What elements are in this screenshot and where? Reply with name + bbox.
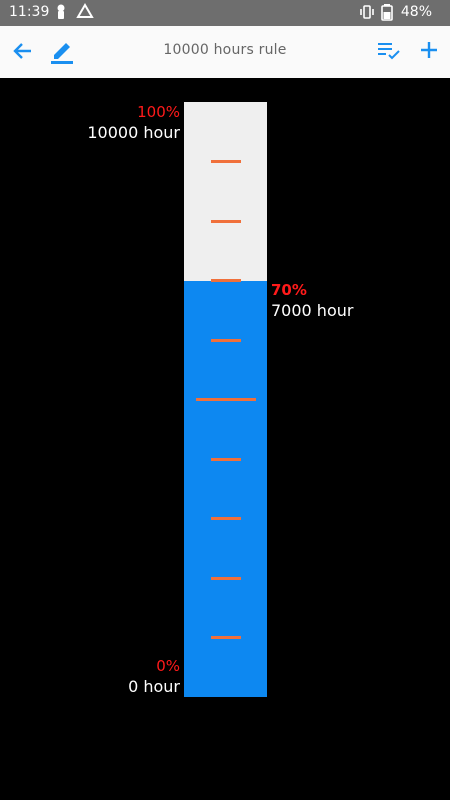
battery-percent: 48%: [400, 4, 432, 20]
tick-mark: [210, 279, 241, 282]
top-percent-label: 100%: [137, 103, 180, 121]
tick-mark: [210, 338, 241, 342]
bottom-hours-label: 0 hour: [128, 677, 180, 696]
bottom-percent-label: 0%: [156, 657, 180, 675]
battery-icon: [381, 3, 393, 25]
vibrate-icon: [358, 3, 376, 25]
tick-mark: [210, 517, 241, 520]
status-time: 11:39: [9, 4, 50, 20]
tick-mark: [210, 457, 241, 461]
tick-mark: [210, 576, 241, 580]
top-hours-label: 10000 hour: [87, 123, 180, 142]
add-icon[interactable]: [419, 40, 439, 64]
tick-mark: [210, 219, 241, 223]
tick-mark: [195, 398, 256, 401]
tick-mark: [210, 160, 241, 163]
status-bar: 11:39 48%: [0, 0, 450, 26]
lock-person-icon: [54, 3, 68, 25]
current-hours-label: 7000 hour: [271, 300, 354, 320]
checklist-icon[interactable]: [377, 40, 401, 66]
tick-mark: [210, 636, 241, 639]
progress-fill: [184, 280, 267, 697]
current-percent-label: 70%: [271, 280, 307, 299]
app-bar: 10000 hours rule: [0, 26, 450, 78]
drive-icon: [76, 3, 94, 25]
